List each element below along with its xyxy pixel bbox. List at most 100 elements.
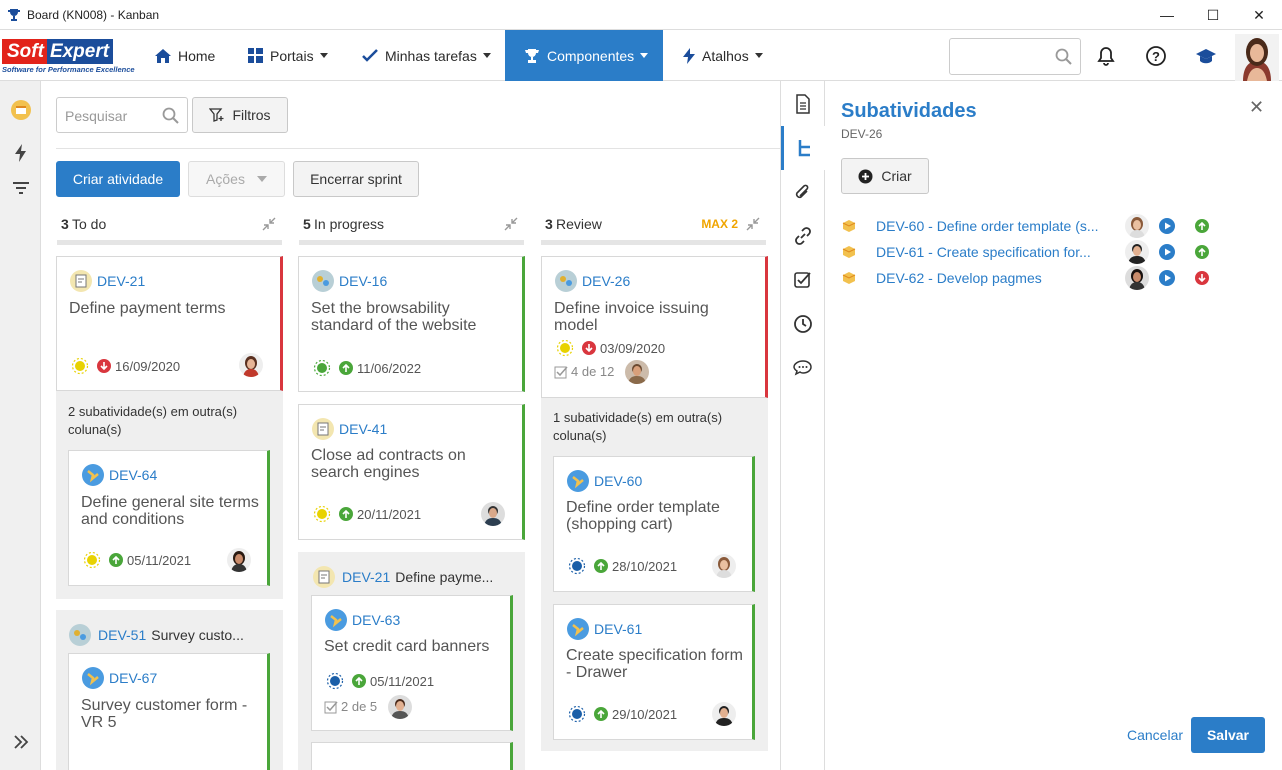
play-icon[interactable] — [1159, 270, 1175, 286]
tab-links[interactable] — [781, 214, 825, 258]
kanban-board: Pesquisar Filtros Criar atividade Ações … — [41, 81, 780, 770]
card-meta: 29/10/2021 — [568, 705, 677, 723]
card-dev-60[interactable]: DEV-60 Define order template (shopping c… — [553, 456, 755, 592]
card-id[interactable]: DEV-16 — [339, 273, 387, 289]
softexpert-logo[interactable]: Soft Expert Software for Performance Exce… — [2, 39, 135, 75]
subtask-note: 2 subatividade(s) em outra(s) coluna(s) — [68, 404, 238, 437]
lightning-icon[interactable] — [10, 142, 32, 164]
chevron-down-icon — [482, 53, 491, 58]
card-id[interactable]: DEV-64 — [109, 467, 157, 483]
tab-checklist[interactable] — [781, 258, 825, 302]
graduation-cap-icon[interactable] — [1195, 45, 1217, 67]
card-dev-61[interactable]: DEV-61 Create specification form - Drawe… — [553, 604, 755, 740]
nav-componentes[interactable]: Componentes — [505, 30, 663, 81]
card-id[interactable]: DEV-60 — [594, 473, 642, 489]
card-title: Define invoice issuing model — [554, 300, 709, 334]
card-id[interactable]: DEV-67 — [109, 670, 157, 686]
card-id[interactable]: DEV-61 — [594, 621, 642, 637]
check-icon — [362, 49, 378, 62]
subactivity-label[interactable]: DEV-60 - Define order template (s... — [876, 218, 1099, 234]
card-dev-64[interactable]: DEV-64 Define general site terms and con… — [68, 450, 270, 586]
tab-subactivities[interactable] — [781, 126, 825, 170]
play-icon[interactable] — [1159, 244, 1175, 260]
nav-atalhos-label: Atalhos — [702, 47, 749, 64]
card-dev-21[interactable]: DEV-21 Define payment terms 16/09/2020 — [56, 256, 283, 391]
board-search-input[interactable]: Pesquisar — [56, 97, 188, 133]
filtros-label: Filtros — [232, 107, 271, 123]
collapse-column-icon[interactable] — [504, 217, 518, 231]
tab-history[interactable] — [781, 302, 825, 346]
list-item[interactable]: DEV-62 - Develop pagmes — [841, 266, 1231, 290]
nav-atalhos[interactable]: Atalhos — [683, 30, 763, 81]
search-icon — [162, 107, 179, 124]
help-icon[interactable]: ? — [1145, 45, 1167, 67]
column-count: 3 — [61, 216, 69, 232]
save-button[interactable]: Salvar — [1191, 717, 1265, 753]
logo-tagline: Software for Performance Excellence — [2, 65, 135, 74]
group-header-dev-21[interactable]: DEV-21 Define payme... — [312, 565, 493, 589]
subtask-icon — [567, 470, 589, 492]
minimize-button[interactable]: — — [1144, 0, 1190, 30]
user-avatar[interactable] — [1235, 34, 1279, 81]
filter-lines-icon[interactable] — [10, 177, 32, 199]
card-title: Close ad contracts on search engines — [311, 447, 466, 481]
play-icon[interactable] — [1159, 218, 1175, 234]
encerrar-sprint-button[interactable]: Encerrar sprint — [293, 161, 419, 197]
group-id[interactable]: DEV-51 — [98, 627, 146, 643]
list-item[interactable]: DEV-60 - Define order template (s... — [841, 214, 1231, 238]
priority-up-icon — [1195, 219, 1209, 233]
survey-icon — [312, 270, 334, 292]
bell-icon[interactable] — [1095, 45, 1117, 67]
nav-portais[interactable]: Portais — [248, 30, 328, 81]
search-placeholder: Pesquisar — [65, 108, 128, 124]
card-dev-16[interactable]: DEV-16 Set the browsability standard of … — [298, 256, 525, 392]
nav-home[interactable]: Home — [155, 30, 215, 81]
maximize-button[interactable]: ☐ — [1190, 0, 1236, 30]
column-header-bar — [541, 240, 766, 245]
acoes-dropdown: Ações — [188, 161, 285, 197]
cancel-button[interactable]: Cancelar — [1127, 727, 1183, 743]
tab-attachments[interactable] — [781, 170, 825, 214]
criar-button[interactable]: Criar — [841, 158, 929, 194]
checklist-progress: 2 de 5 — [324, 699, 377, 714]
assignee-avatar — [712, 702, 736, 726]
card-dev-26[interactable]: DEV-26 Define invoice issuing model 03/0… — [541, 256, 768, 398]
card-dev-67[interactable]: DEV-67 Survey customer form - VR 5 — [68, 653, 270, 770]
assignee-avatar — [1125, 214, 1149, 238]
card-id[interactable]: DEV-41 — [339, 421, 387, 437]
filtros-button[interactable]: Filtros — [192, 97, 288, 133]
tab-details[interactable] — [781, 82, 825, 126]
criar-atividade-button[interactable]: Criar atividade — [56, 161, 180, 197]
checklist-progress: 4 de 12 — [554, 364, 614, 379]
card-id[interactable]: DEV-63 — [352, 612, 400, 628]
card-dev-41[interactable]: DEV-41 Close ad contracts on search engi… — [298, 404, 525, 540]
card-dev-63[interactable]: DEV-63 Set credit card banners 05/11/202… — [311, 595, 513, 731]
card-meta: 03/09/2020 — [556, 339, 665, 357]
subactivity-label[interactable]: DEV-61 - Create specification for... — [876, 244, 1091, 260]
top-navigation: Soft Expert Software for Performance Exce… — [0, 30, 1282, 81]
card-title: Define payment terms — [69, 300, 226, 317]
group-header-dev-51[interactable]: DEV-51 Survey custo... — [68, 623, 244, 647]
nav-minhas-tarefas[interactable]: Minhas tarefas — [362, 30, 491, 81]
svg-text:?: ? — [1152, 49, 1160, 64]
tab-comments[interactable] — [781, 346, 825, 390]
due-date: 16/09/2020 — [115, 358, 181, 374]
card-id[interactable]: DEV-26 — [582, 273, 630, 289]
card-partial[interactable] — [311, 742, 513, 770]
column-header-bar — [299, 240, 524, 245]
kanban-component-icon[interactable] — [10, 99, 32, 121]
priority-up-icon — [339, 361, 353, 375]
collapse-column-icon[interactable] — [262, 217, 276, 231]
close-window-button[interactable]: ✕ — [1236, 0, 1282, 30]
card-id[interactable]: DEV-21 — [97, 273, 145, 289]
global-search-input[interactable] — [949, 38, 1081, 75]
subactivity-label[interactable]: DEV-62 - Develop pagmes — [876, 270, 1042, 286]
collapse-column-icon[interactable] — [746, 217, 760, 231]
nav-componentes-label: Componentes — [547, 47, 635, 64]
group-id[interactable]: DEV-21 — [342, 569, 390, 585]
expand-double-chevron-icon[interactable] — [10, 731, 32, 753]
card-meta: 11/06/2022 — [313, 359, 421, 377]
list-item[interactable]: DEV-61 - Create specification for... — [841, 240, 1231, 264]
assignee-avatar — [481, 502, 505, 526]
close-icon[interactable]: ✕ — [1249, 97, 1264, 118]
